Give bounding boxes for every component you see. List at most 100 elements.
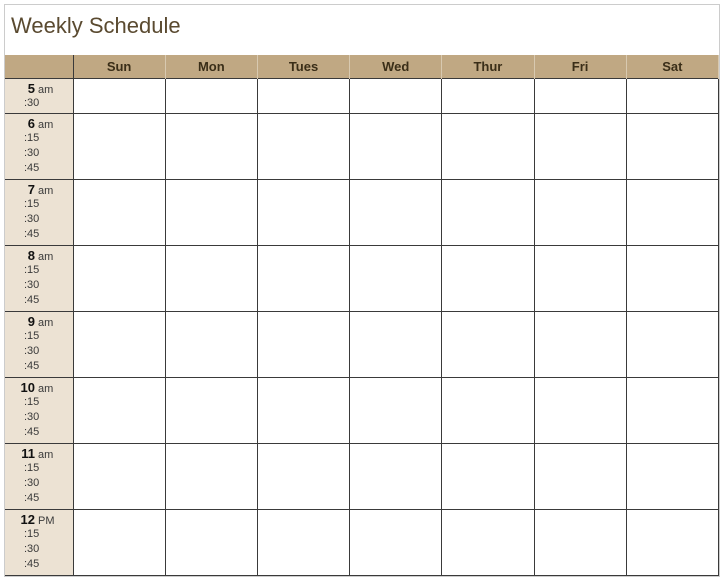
schedule-cell[interactable] xyxy=(257,311,349,377)
schedule-cell[interactable] xyxy=(73,113,165,179)
hour-suffix: am xyxy=(38,185,53,197)
schedule-cell[interactable] xyxy=(73,443,165,509)
time-cell: 6am:15:30:45 xyxy=(5,113,73,179)
schedule-cell[interactable] xyxy=(73,245,165,311)
schedule-cell[interactable] xyxy=(73,79,165,114)
schedule-cell[interactable] xyxy=(165,377,257,443)
page-title: Weekly Schedule xyxy=(5,5,719,55)
minute-label: :45 xyxy=(9,557,69,572)
time-cell: 7am:15:30:45 xyxy=(5,179,73,245)
schedule-cell[interactable] xyxy=(626,245,718,311)
header-time-blank xyxy=(5,55,73,79)
hour-number: 12 xyxy=(9,512,35,527)
minute-label: :15 xyxy=(9,527,69,542)
schedule-cell[interactable] xyxy=(534,179,626,245)
time-row: 8am:15:30:45 xyxy=(5,245,719,311)
time-cell: 9am:15:30:45 xyxy=(5,311,73,377)
hour-label: 11am xyxy=(9,446,69,461)
hour-number: 5 xyxy=(9,81,35,96)
schedule-cell[interactable] xyxy=(165,79,257,114)
hour-suffix: am xyxy=(38,251,53,263)
time-row: 6am:15:30:45 xyxy=(5,113,719,179)
time-cell: 5am:30 xyxy=(5,79,73,114)
schedule-cell[interactable] xyxy=(442,245,534,311)
schedule-cell[interactable] xyxy=(257,79,349,114)
schedule-cell[interactable] xyxy=(257,113,349,179)
schedule-cell[interactable] xyxy=(350,245,442,311)
schedule-cell[interactable] xyxy=(73,179,165,245)
schedule-cell[interactable] xyxy=(626,79,718,114)
schedule-cell[interactable] xyxy=(626,509,718,575)
hour-number: 8 xyxy=(9,248,35,263)
time-cell: 12PM:15:30:45 xyxy=(5,509,73,575)
hour-label: 12PM xyxy=(9,512,69,527)
schedule-cell[interactable] xyxy=(626,377,718,443)
schedule-cell[interactable] xyxy=(442,79,534,114)
schedule-cell[interactable] xyxy=(257,179,349,245)
schedule-cell[interactable] xyxy=(350,443,442,509)
schedule-cell[interactable] xyxy=(165,509,257,575)
hour-suffix: am xyxy=(38,84,53,96)
hour-label: 6am xyxy=(9,116,69,131)
schedule-cell[interactable] xyxy=(350,509,442,575)
minute-label: :15 xyxy=(9,263,69,278)
minute-label: :45 xyxy=(9,293,69,308)
schedule-cell[interactable] xyxy=(534,245,626,311)
minute-label: :30 xyxy=(9,410,69,425)
header-day: Fri xyxy=(534,55,626,79)
schedule-cell[interactable] xyxy=(626,113,718,179)
schedule-cell[interactable] xyxy=(534,443,626,509)
schedule-container: Weekly Schedule Sun Mon Tues Wed Thur Fr… xyxy=(4,4,720,577)
hour-suffix: am xyxy=(38,449,53,461)
header-day: Mon xyxy=(165,55,257,79)
schedule-cell[interactable] xyxy=(257,377,349,443)
schedule-cell[interactable] xyxy=(534,79,626,114)
schedule-cell[interactable] xyxy=(73,509,165,575)
header-day: Tues xyxy=(257,55,349,79)
schedule-cell[interactable] xyxy=(73,377,165,443)
schedule-cell[interactable] xyxy=(257,245,349,311)
schedule-cell[interactable] xyxy=(350,377,442,443)
header-day: Sun xyxy=(73,55,165,79)
schedule-cell[interactable] xyxy=(350,311,442,377)
hour-number: 9 xyxy=(9,314,35,329)
schedule-cell[interactable] xyxy=(442,113,534,179)
minute-label: :30 xyxy=(9,476,69,491)
schedule-cell[interactable] xyxy=(534,311,626,377)
schedule-cell[interactable] xyxy=(350,179,442,245)
hour-number: 6 xyxy=(9,116,35,131)
minute-label: :15 xyxy=(9,131,69,146)
time-row: 12PM:15:30:45 xyxy=(5,509,719,575)
schedule-cell[interactable] xyxy=(626,443,718,509)
time-cell: 10am:15:30:45 xyxy=(5,377,73,443)
schedule-cell[interactable] xyxy=(442,443,534,509)
schedule-cell[interactable] xyxy=(626,311,718,377)
schedule-cell[interactable] xyxy=(257,509,349,575)
schedule-cell[interactable] xyxy=(442,377,534,443)
schedule-cell[interactable] xyxy=(534,113,626,179)
schedule-cell[interactable] xyxy=(534,377,626,443)
minute-label: :30 xyxy=(9,96,69,111)
time-cell: 11am:15:30:45 xyxy=(5,443,73,509)
time-row: 9am:15:30:45 xyxy=(5,311,719,377)
schedule-cell[interactable] xyxy=(165,443,257,509)
schedule-cell[interactable] xyxy=(165,311,257,377)
schedule-cell[interactable] xyxy=(73,311,165,377)
minute-label: :30 xyxy=(9,542,69,557)
schedule-cell[interactable] xyxy=(350,79,442,114)
schedule-cell[interactable] xyxy=(442,311,534,377)
schedule-cell[interactable] xyxy=(442,509,534,575)
hour-label: 8am xyxy=(9,248,69,263)
schedule-cell[interactable] xyxy=(442,179,534,245)
minute-label: :45 xyxy=(9,161,69,176)
schedule-cell[interactable] xyxy=(534,509,626,575)
schedule-cell[interactable] xyxy=(165,245,257,311)
schedule-cell[interactable] xyxy=(165,179,257,245)
schedule-cell[interactable] xyxy=(350,113,442,179)
schedule-cell[interactable] xyxy=(165,113,257,179)
hour-number: 10 xyxy=(9,380,35,395)
time-row: 5am:30 xyxy=(5,79,719,114)
schedule-cell[interactable] xyxy=(257,443,349,509)
schedule-cell[interactable] xyxy=(626,179,718,245)
minute-label: :45 xyxy=(9,227,69,242)
